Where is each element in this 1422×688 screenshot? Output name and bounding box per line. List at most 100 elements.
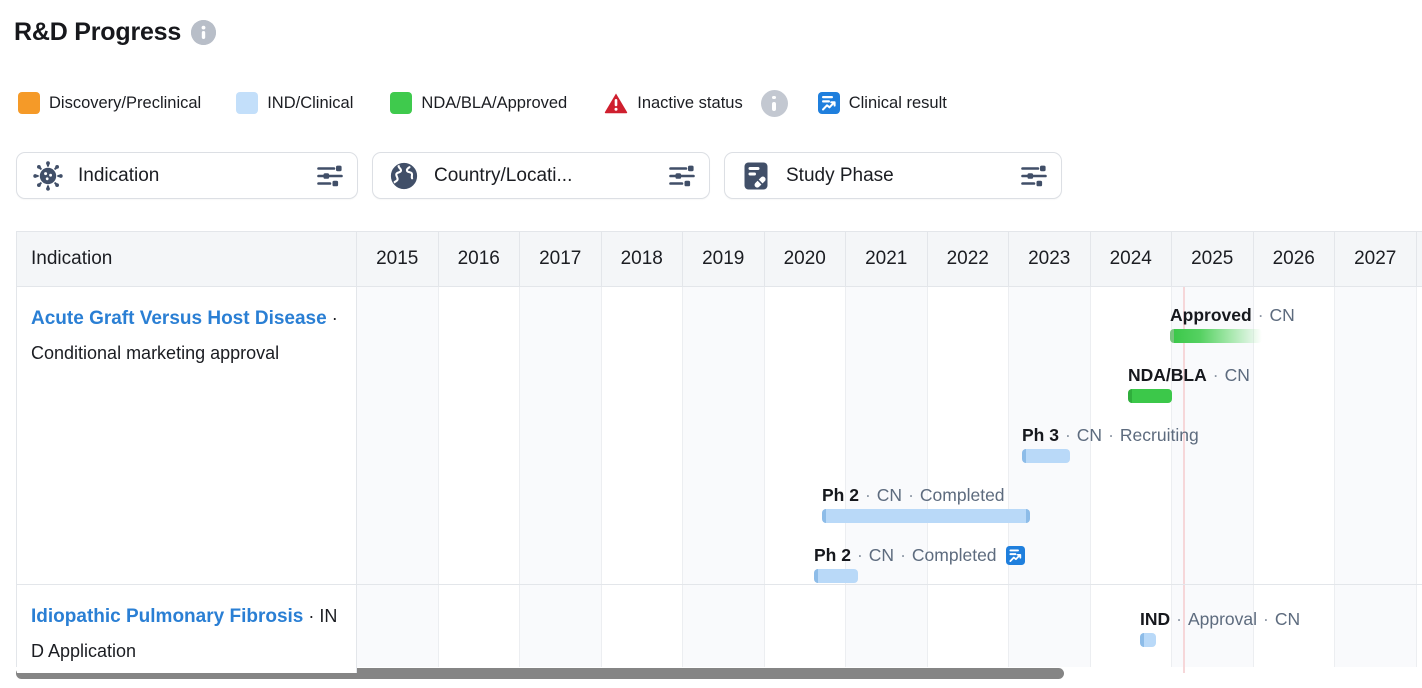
bar-phase: NDA/BLA <box>1128 365 1207 385</box>
color-swatch-icon <box>236 92 259 114</box>
bar-separator: · <box>900 545 906 565</box>
bar-label: Ph 2 · CN · Completed <box>822 485 1030 505</box>
year-column <box>1009 585 1091 673</box>
column-header-year[interactable]: 2018 <box>602 232 683 286</box>
color-swatch-icon <box>18 92 40 114</box>
bar-phase: Ph 2 <box>822 485 859 505</box>
bar-country: CN <box>1076 425 1103 445</box>
bar-phase: Ph 2 <box>814 545 851 565</box>
bar-separator: · <box>1064 425 1071 445</box>
year-column <box>683 585 765 673</box>
timeline-bar-ph3[interactable]: Ph 3 · CN · Recruiting <box>1022 425 1199 463</box>
info-circle-icon[interactable] <box>760 89 788 117</box>
bar-country: CN <box>868 545 895 565</box>
year-column <box>846 287 928 584</box>
year-column <box>439 287 520 584</box>
filter-country-location-button[interactable]: Country/Locati... <box>372 152 710 199</box>
column-header-year[interactable]: 2019 <box>683 232 765 286</box>
bar-track <box>1128 389 1172 403</box>
bar-separator: · <box>856 545 863 565</box>
filter-bar: Indication Country/Locati... Study Phase <box>16 152 1062 199</box>
bar-status: Recruiting <box>1119 425 1199 445</box>
filter-label: Indication <box>78 164 160 186</box>
clipboard-pill-icon <box>741 161 771 191</box>
bar-track <box>814 569 858 583</box>
legend-label: IND/Clinical <box>267 93 354 112</box>
column-header-year[interactable]: 2027 <box>1335 232 1417 286</box>
column-header-year[interactable]: 2023 <box>1009 232 1091 286</box>
rd-progress-table: Indication 2015 2016 2017 2018 2019 2020… <box>16 231 1422 674</box>
year-column <box>765 585 846 673</box>
year-column <box>928 585 1009 673</box>
column-header-year[interactable]: 2017 <box>520 232 602 286</box>
bar-label: Ph 3 · CN · Recruiting <box>1022 425 1199 445</box>
bar-separator: · <box>1176 609 1182 629</box>
column-header-year[interactable]: 2024 <box>1091 232 1172 286</box>
indication-name-link[interactable]: Acute Graft Versus Host Disease <box>31 308 327 329</box>
column-header-year[interactable]: 2025 <box>1172 232 1254 286</box>
table-row: Idiopathic Pulmonary Fibrosis · IND Appl… <box>17 585 1422 673</box>
sliders-icon[interactable] <box>669 165 695 187</box>
table-header-row: Indication 2015 2016 2017 2018 2019 2020… <box>17 232 1422 287</box>
clinical-result-icon[interactable] <box>1005 545 1025 565</box>
bar-country: CN <box>1274 609 1301 629</box>
timeline-bar-approved[interactable]: Approved · CN <box>1170 305 1295 343</box>
column-header-year[interactable]: 2015 <box>357 232 439 286</box>
filter-indication-button[interactable]: Indication <box>16 152 358 199</box>
column-header-year[interactable]: 2020 <box>765 232 846 286</box>
timeline-bar-ind[interactable]: IND · Approval · CN <box>1140 609 1300 647</box>
year-column <box>1335 585 1417 673</box>
legend-item-inactive-status: Inactive status <box>604 92 743 114</box>
year-column <box>602 585 683 673</box>
bar-status: Completed <box>911 545 997 565</box>
warning-triangle-icon <box>604 92 628 114</box>
bar-separator: · <box>864 485 871 505</box>
year-column <box>520 585 602 673</box>
table-body: Acute Graft Versus Host Disease · Condit… <box>17 287 1422 673</box>
legend-item-clinical-result: Clinical result <box>817 92 947 114</box>
bar-separator: · <box>1212 365 1219 385</box>
year-column <box>683 287 765 584</box>
timeline-chart-area: IND · Approval · CN <box>357 585 1422 673</box>
filter-study-phase-button[interactable]: Study Phase <box>724 152 1062 199</box>
page-title-row: R&D Progress <box>14 18 217 47</box>
year-column <box>1335 287 1417 584</box>
bar-label: Ph 2 · CN · Completed <box>814 545 1025 565</box>
sliders-icon[interactable] <box>1021 165 1047 187</box>
sliders-icon[interactable] <box>317 165 343 187</box>
bar-separator: · <box>1257 305 1264 325</box>
bar-country: CN <box>1224 365 1250 385</box>
column-header-year[interactable]: 2016 <box>439 232 520 286</box>
timeline-bar-nda-bla[interactable]: NDA/BLA · CN <box>1128 365 1250 403</box>
bar-status: Approval <box>1187 609 1258 629</box>
year-column <box>928 287 1009 584</box>
virus-icon <box>33 160 63 191</box>
globe-icon <box>389 161 419 191</box>
legend-item-ind-clinical: IND/Clinical <box>236 92 353 114</box>
indication-name-link[interactable]: Idiopathic Pulmonary Fibrosis <box>31 606 303 627</box>
year-column <box>765 287 846 584</box>
bar-separator: · <box>908 485 914 505</box>
column-header-year[interactable]: 2026 <box>1254 232 1335 286</box>
year-column <box>520 287 602 584</box>
clinical-result-icon <box>817 92 840 114</box>
timeline-bar-ph2-long[interactable]: Ph 2 · CN · Completed <box>822 485 1030 523</box>
bar-track <box>822 509 1030 523</box>
bar-track <box>1170 329 1262 343</box>
legend: Discovery/Preclinical IND/Clinical NDA/B… <box>18 89 947 117</box>
rd-progress-page: R&D Progress Discovery/Preclinical IND/C… <box>0 0 1422 688</box>
filter-label: Country/Locati... <box>434 164 573 186</box>
column-header-year[interactable]: 2022 <box>928 232 1009 286</box>
year-column <box>357 287 439 584</box>
bar-status: Completed <box>919 485 1005 505</box>
indication-cell: Idiopathic Pulmonary Fibrosis · IND Appl… <box>17 585 357 673</box>
page-title: R&D Progress <box>14 18 182 46</box>
bar-phase: Approved <box>1170 305 1252 325</box>
legend-label: Clinical result <box>848 93 947 112</box>
column-header-year[interactable]: 2021 <box>846 232 928 286</box>
column-header-indication[interactable]: Indication <box>17 232 357 286</box>
timeline-bar-ph2-short[interactable]: Ph 2 · CN · Completed <box>814 545 1025 583</box>
info-circle-icon[interactable] <box>191 20 217 45</box>
bar-separator: · <box>1108 425 1114 445</box>
legend-item-discovery: Discovery/Preclinical <box>18 92 201 114</box>
